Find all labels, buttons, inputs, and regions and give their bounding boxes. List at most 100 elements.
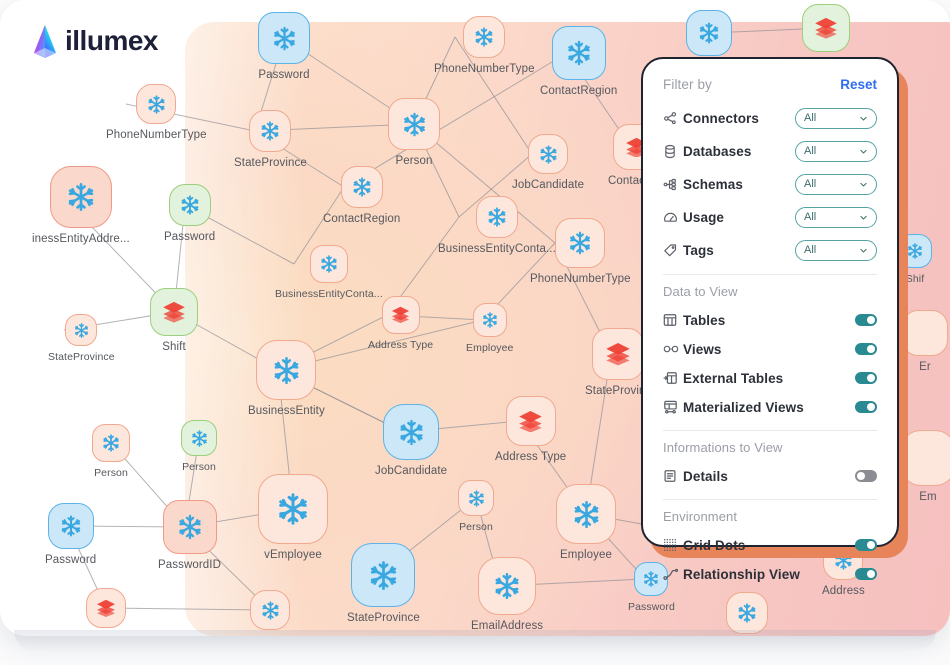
node-label: Employee [560,549,612,561]
node-box[interactable] [136,84,177,124]
graph-node[interactable]: Address Type [368,296,433,351]
filter-select-value: All [804,211,817,223]
graph-node[interactable]: PasswordID [158,500,221,571]
node-box[interactable] [551,26,606,80]
node-box[interactable] [528,134,569,174]
graph-node[interactable]: StateProvince [347,543,420,624]
toggle-tables[interactable] [855,314,877,326]
graph-node[interactable] [686,10,732,56]
node-box[interactable] [250,590,290,630]
graph-node[interactable]: vEmployee [258,474,328,561]
graph-node[interactable]: BusinessEntity [248,340,325,417]
graph-node[interactable]: PhoneNumberType [530,218,631,285]
node-box[interactable] [49,166,112,228]
graph-node[interactable]: Person [388,98,440,167]
node-box[interactable] [463,16,506,58]
graph-node[interactable]: ContactRegion [540,26,617,97]
graph-node[interactable]: Address Type [495,396,566,463]
brand-logo[interactable]: illumex [32,24,158,58]
graph-node[interactable]: Password [258,12,310,81]
node-box[interactable] [902,310,948,356]
graph-node[interactable]: JobCandidate [512,134,584,191]
node-box[interactable] [162,500,217,554]
graph-node[interactable]: StateProvince [48,314,115,363]
graph-node[interactable]: StateProvince [234,110,307,169]
filter-select-schemas[interactable]: All [795,173,877,195]
graph-node[interactable]: Person [181,420,217,473]
graph-node[interactable]: Employee [466,303,514,354]
toggle-views[interactable] [855,343,877,355]
node-box[interactable] [181,420,217,456]
graph-node[interactable]: Employee [556,484,616,561]
node-box[interactable] [802,4,850,52]
filter-select-connectors[interactable]: All [795,107,877,129]
environment-list: Grid Dots Relationship View [663,532,877,587]
filter-select-usage[interactable]: All [795,206,877,228]
node-label: StateProvince [48,351,115,363]
node-box[interactable] [555,218,606,268]
filter-panel-header: Filter by Reset [663,77,877,92]
node-box[interactable] [47,503,94,549]
node-label: BusinessEntity [248,405,325,417]
snowflake-icon [148,94,165,114]
toggle-relationship-view[interactable] [855,568,877,580]
graph-node[interactable]: PhoneNumberType [106,84,207,141]
informations-to-view-list: Details [663,463,877,489]
node-box[interactable] [86,588,126,628]
filter-select-tags[interactable]: All [795,239,877,261]
reset-button[interactable]: Reset [840,77,877,92]
node-box[interactable] [351,543,416,607]
graph-node[interactable]: EmailAddress [471,557,543,632]
graph-node[interactable]: Er [902,310,948,373]
snowflake-icon [74,322,88,338]
node-box[interactable] [168,184,211,226]
graph-node[interactable]: BusinessEntityConta... [275,245,383,300]
node-box[interactable] [383,404,440,460]
chevron-down-icon [860,182,867,186]
toggle-details[interactable] [855,470,877,482]
node-box[interactable] [381,296,420,334]
toggle-materialized-views[interactable] [855,401,877,413]
graph-node[interactable]: Shift [150,288,198,353]
node-box[interactable] [309,245,348,283]
node-box[interactable] [686,10,732,56]
node-box[interactable] [249,110,292,152]
graph-node[interactable] [250,590,290,630]
filter-select-databases[interactable]: All [795,140,877,162]
node-box[interactable] [340,166,383,208]
node-box[interactable] [458,480,494,516]
graph-node[interactable] [802,4,850,52]
graph-node[interactable]: JobCandidate [375,404,447,477]
node-box[interactable] [478,557,537,615]
node-box[interactable] [150,288,198,336]
node-box[interactable] [92,424,130,462]
node-box[interactable] [726,592,768,634]
node-box[interactable] [475,196,518,238]
node-box[interactable] [556,484,616,544]
graph-node[interactable] [726,592,768,634]
toggle-grid-dots[interactable] [855,539,877,551]
node-box[interactable] [592,328,645,380]
graph-node[interactable]: Password [45,503,96,566]
toggle-external-tables[interactable] [855,372,877,384]
node-label: Shift [162,341,186,353]
graph-node[interactable]: ContactRegion [323,166,400,225]
snowflake-icon [261,600,279,620]
graph-node[interactable]: Password [164,184,215,243]
node-box[interactable] [505,396,556,446]
node-box[interactable] [388,98,440,150]
node-box[interactable] [65,314,98,346]
graph-node[interactable]: inessEntityAddre... [32,166,130,245]
snowflake-icon [570,231,591,255]
node-box[interactable] [258,12,310,64]
node-label: Person [94,467,128,479]
node-box[interactable] [472,303,507,337]
graph-node[interactable]: Person [458,480,494,533]
graph-node[interactable] [86,588,126,628]
graph-node[interactable]: PhoneNumberType [434,16,535,75]
node-label: JobCandidate [512,179,585,191]
node-box[interactable] [256,340,317,400]
node-box[interactable] [258,474,328,544]
filter-label: Usage [683,209,725,225]
graph-node[interactable]: Person [92,424,130,479]
